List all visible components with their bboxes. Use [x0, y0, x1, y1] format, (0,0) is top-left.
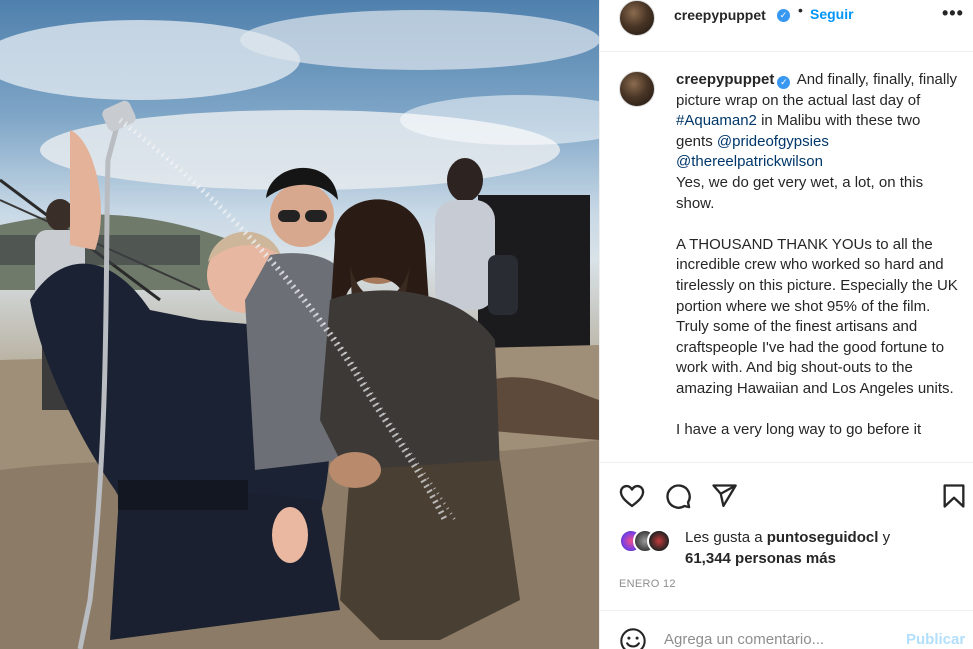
comment-icon[interactable] [664, 482, 692, 510]
caption-username[interactable]: creepypuppet [676, 71, 774, 88]
header-username[interactable]: creepypuppet [674, 7, 766, 23]
avatar[interactable] [619, 0, 655, 36]
bookmark-icon[interactable] [940, 482, 968, 510]
caption-scroll-area[interactable]: creepypuppet ✓ And finally, finally, fina… [600, 53, 973, 462]
post-side-panel: creepypuppet ✓ • Seguir ••• creepypuppet… [599, 0, 973, 649]
caption-text: creepypuppet ✓ And finally, finally, fina… [676, 70, 961, 441]
mention-link[interactable]: @prideofgypsies [717, 133, 829, 150]
publish-button[interactable]: Publicar [906, 631, 965, 648]
photo-image [0, 10, 599, 649]
liker-username[interactable]: puntoseguidocl [767, 529, 879, 546]
likes-prefix: Les gusta a [685, 529, 763, 546]
caption-text-part: Yes, we do get very wet, a lot, on this … [676, 173, 924, 212]
hashtag-link[interactable]: #Aquaman2 [676, 112, 757, 129]
likes-conjunction: y [882, 529, 891, 546]
post-header: creepypuppet ✓ • Seguir ••• [600, 0, 973, 52]
follow-button[interactable]: Seguir [810, 6, 854, 22]
caption-avatar[interactable] [619, 71, 655, 107]
likes-count[interactable]: 61,344 personas más [685, 550, 836, 567]
post-actions: Les gusta a puntoseguidocl y 61,344 pers… [600, 462, 973, 610]
post-photo[interactable] [0, 0, 599, 649]
liker-avatars[interactable] [619, 529, 683, 555]
emoji-icon[interactable] [619, 627, 647, 649]
likes-text: Les gusta a puntoseguidocl y 61,344 pers… [685, 527, 965, 569]
verified-badge-icon: ✓ [777, 9, 790, 22]
comment-bar: Publicar [600, 610, 973, 649]
caption-paragraph-2: A THOUSAND THANK YOUs to all the incredi… [676, 235, 958, 397]
comment-input[interactable] [664, 627, 884, 649]
avatar[interactable] [647, 529, 671, 553]
mention-link[interactable]: @thereelpatrickwilson [676, 153, 823, 170]
post-date[interactable]: ENERO 12 [619, 578, 676, 590]
heart-icon[interactable] [618, 482, 646, 510]
verified-badge-icon: ✓ [777, 76, 791, 89]
caption-paragraph-1: creepypuppet ✓ And finally, finally, fina… [676, 70, 961, 214]
share-icon[interactable] [710, 482, 738, 510]
caption-paragraph-3: I have a very long way to go before it [676, 421, 922, 439]
separator-dot: • [798, 2, 803, 18]
more-options-icon[interactable]: ••• [942, 3, 964, 24]
